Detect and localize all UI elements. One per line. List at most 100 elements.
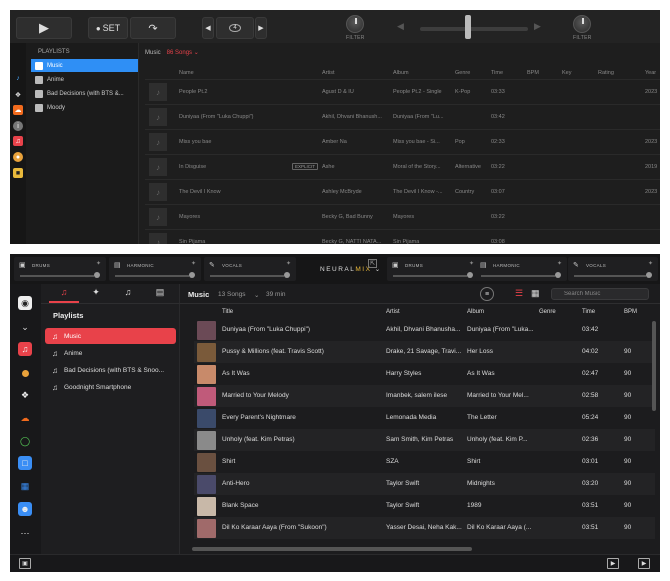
play-button[interactable]: ▶ <box>16 17 72 39</box>
beatsource-icon[interactable]: ◯ <box>18 434 32 448</box>
apple-music-icon[interactable]: ♫ <box>18 342 32 356</box>
crossfader-track[interactable] <box>420 27 528 31</box>
table-row[interactable]: ♪ The Devil I Know Ashley McBryde The Devil… <box>145 179 660 204</box>
tidal-icon[interactable]: ❖ <box>13 90 23 100</box>
pin-icon[interactable]: ✦ <box>557 260 562 267</box>
chevron-down-icon[interactable]: ⌄ <box>254 291 259 299</box>
stem-drums-right[interactable]: ▣ DRUMS ✦ <box>387 257 479 281</box>
table-row[interactable]: ♪ Mayores Becky G, Bad Bunny Mayores 03:22 <box>145 204 660 229</box>
stem-drums-left[interactable]: ▣ DRUMS ✦ <box>14 257 106 281</box>
apple-music-icon[interactable]: ♫ <box>13 136 23 146</box>
col-album[interactable]: Album <box>467 309 484 315</box>
table-row[interactable]: Blank Space Taylor Swift 1989 03:51 90 <box>194 495 655 517</box>
crossfader-handle[interactable] <box>465 15 471 39</box>
tab-pin[interactable]: ✦ <box>81 287 111 303</box>
folder-icon[interactable]: ■ <box>13 168 23 178</box>
col-genre[interactable]: Genre <box>455 70 470 76</box>
table-row[interactable]: Shirt SZA Shirt 03:01 90 <box>194 451 655 473</box>
filter-knob-left[interactable] <box>346 15 364 33</box>
finder-icon[interactable]: ☻ <box>18 502 32 516</box>
col-year[interactable]: Year <box>645 70 656 76</box>
playlist-item-anime[interactable]: Anime <box>31 73 138 86</box>
chevron-down-icon[interactable]: ⌄ <box>192 50 199 56</box>
filter-knob-right[interactable] <box>573 15 591 33</box>
col-album[interactable]: Album <box>393 70 409 76</box>
video-icon[interactable]: ▦ <box>18 479 32 493</box>
pin-icon[interactable]: ✦ <box>469 260 474 267</box>
playlist-item-moody[interactable]: Moody <box>31 101 138 114</box>
stem-slider[interactable] <box>210 275 284 277</box>
song-count[interactable]: 86 Songs <box>167 50 192 56</box>
table-row[interactable]: Every Parent's Nightmare Lemonada Media Th… <box>194 407 655 429</box>
table-row[interactable]: Unholy (feat. Kim Petras) Sam Smith, Kim … <box>194 429 655 451</box>
sidebar-toggle-icon[interactable]: ▶ <box>638 558 650 569</box>
col-rating[interactable]: Rating <box>598 70 614 76</box>
collapse-icon[interactable]: ⇱ <box>368 259 378 268</box>
song-count[interactable]: 13 Songs <box>218 291 245 298</box>
horizontal-scrollbar[interactable] <box>192 547 472 551</box>
beat-prev-button[interactable]: ◀ <box>202 17 214 39</box>
col-genre[interactable]: Genre <box>539 309 556 315</box>
col-title[interactable]: Title <box>222 309 233 315</box>
stem-slider[interactable] <box>115 275 189 277</box>
stem-slider-thumb[interactable] <box>189 272 195 278</box>
screen-icon[interactable]: ▣ <box>19 558 31 569</box>
col-bpm[interactable]: BPM <box>527 70 539 76</box>
tidal-icon[interactable]: ❖ <box>18 388 32 402</box>
soundcloud-icon[interactable]: ☁ <box>18 411 32 425</box>
col-key[interactable]: Key <box>562 70 571 76</box>
stem-slider[interactable] <box>20 275 94 277</box>
table-row[interactable]: Pussy & Millions (feat. Travis Scott) Dra… <box>194 341 655 363</box>
file-icon[interactable]: □ <box>18 456 32 470</box>
stem-vocals-left[interactable]: ✎ VOCALS ✦ <box>204 257 296 281</box>
tab-crates[interactable]: ▤ <box>145 287 175 303</box>
set-cue-button[interactable]: ● SET <box>88 17 128 39</box>
table-row[interactable]: Duniyaa (From "Luka Chuppi") Akhil, Dhvan… <box>194 319 655 341</box>
pin-icon[interactable]: ✦ <box>286 260 291 267</box>
table-row[interactable]: Married to Your Melody Imanbek, salem ile… <box>194 385 655 407</box>
pin-icon[interactable]: ✦ <box>648 260 653 267</box>
stem-slider-thumb[interactable] <box>467 272 473 278</box>
music-note-icon[interactable]: ♪ <box>13 73 23 83</box>
tab-music[interactable]: ♫ <box>49 287 79 303</box>
stem-slider[interactable] <box>481 275 555 277</box>
stem-slider-thumb[interactable] <box>555 272 561 278</box>
stem-vocals-right[interactable]: ✎ VOCALS ✦ <box>568 257 658 281</box>
beat-counter[interactable]: 4 <box>216 17 254 39</box>
col-artist[interactable]: Artist <box>386 309 400 315</box>
table-row[interactable]: Dil Ko Karaar Aaya (From "Sukoon") Yasser… <box>194 517 655 539</box>
playlist-item-bad-decisions[interactable]: ♫ Bad Decisions (with BTS & Snoo... <box>45 362 176 378</box>
col-artist[interactable]: Artist <box>322 70 335 76</box>
table-row[interactable]: As It Was Harry Styles As It Was 02:47 90 <box>194 363 655 385</box>
col-time[interactable]: Time <box>582 309 595 315</box>
col-name[interactable]: Name <box>179 70 194 76</box>
table-row[interactable]: ♪ Sin Pijama Becky G, NATTI NATA... Sin Pij… <box>145 229 660 244</box>
pin-icon[interactable]: ✦ <box>96 260 101 267</box>
loop-button[interactable]: ↷ <box>130 17 176 39</box>
stem-slider[interactable] <box>574 275 646 277</box>
playlist-item-music[interactable]: Music <box>31 59 138 72</box>
col-time[interactable]: Time <box>491 70 503 76</box>
player-toggle-icon[interactable]: ▶ <box>607 558 619 569</box>
table-row[interactable]: ♪ People Pt.2 Agust D & IU People Pt.2 - Si… <box>145 79 660 104</box>
search-input[interactable] <box>551 288 649 300</box>
playlist-item-goodnight[interactable]: ♫ Goodnight Smartphone <box>45 379 176 395</box>
screen-record-icon[interactable]: ◉ <box>18 296 32 310</box>
stem-harmonic-right[interactable]: ▤ HARMONIC ✦ <box>475 257 567 281</box>
beat-next-button[interactable]: ▶ <box>255 17 267 39</box>
stem-harmonic-left[interactable]: ▤ HARMONIC ✦ <box>109 257 201 281</box>
stem-slider-thumb[interactable] <box>284 272 290 278</box>
crossfader-right-icon[interactable]: ▶ <box>534 21 541 32</box>
table-row[interactable]: ♪ Miss you bae Amber Na Miss you bae - Si..… <box>145 129 660 154</box>
chevron-down-icon[interactable]: ⌄ <box>18 320 32 334</box>
pin-icon[interactable]: ✦ <box>191 260 196 267</box>
grid-view-icon[interactable]: ▦ <box>531 288 540 299</box>
stem-slider[interactable] <box>393 275 467 277</box>
playlist-item-anime[interactable]: ♫ Anime <box>45 345 176 361</box>
col-bpm[interactable]: BPM <box>624 309 637 315</box>
playlist-item-music[interactable]: ♫ Music <box>45 328 176 344</box>
filter-icon[interactable]: ≡ <box>480 287 494 301</box>
vertical-scrollbar[interactable] <box>652 321 656 411</box>
more-icon[interactable]: ⋯ <box>18 526 32 540</box>
tab-playlist[interactable]: ♫ <box>113 287 143 303</box>
